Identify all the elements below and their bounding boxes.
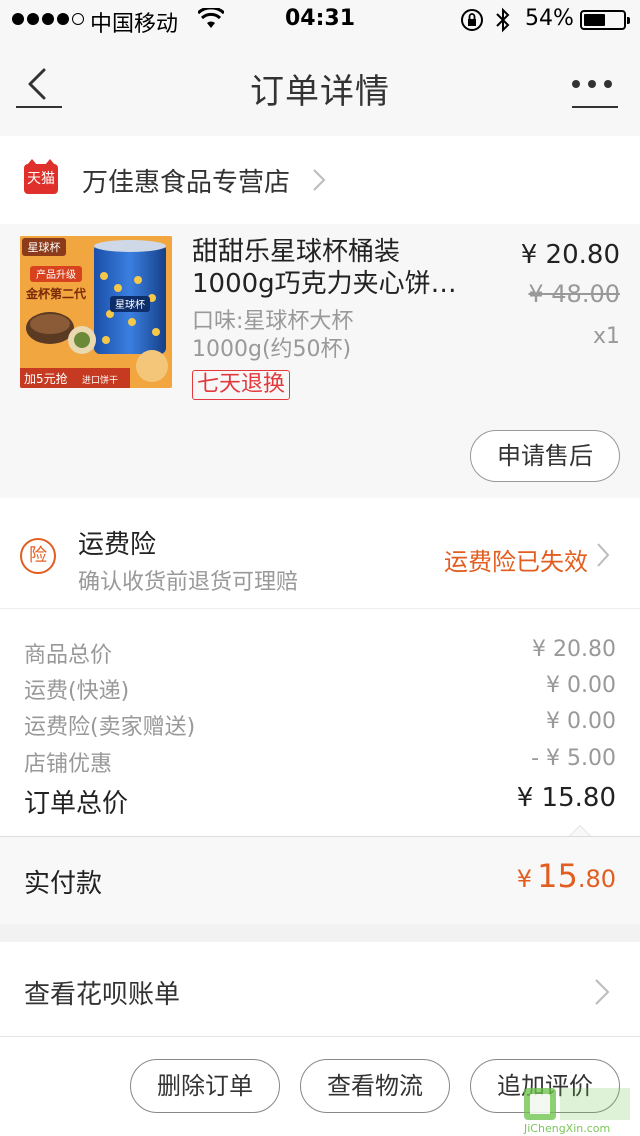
more-icon[interactable] (572, 80, 612, 88)
breakdown-row-insurance: 运费险(卖家赠送) ¥ 0.00 (24, 709, 616, 741)
breakdown-label: 店铺优惠 (24, 752, 113, 777)
product-image[interactable]: 星球杯 星球杯 产品升级 金杯第二代 加5元抢 进口饼干 (20, 236, 172, 388)
chevron-right-icon (595, 979, 610, 1005)
product-title-line-1: 甜甜乐星球杯桶装 (192, 237, 401, 267)
delete-order-button[interactable]: 删除订单 (130, 1059, 280, 1113)
insurance-status: 运费险已失效 (444, 548, 588, 576)
product-price: ¥ 20.80 (520, 240, 620, 270)
price-breakdown: 商品总价 ¥ 20.80 运费(快递) ¥ 0.00 运费险(卖家赠送) ¥ 0… (0, 608, 640, 837)
site-watermark: JiChengXin.com (520, 1086, 640, 1136)
huabei-bill-label: 查看花呗账单 (24, 980, 181, 1010)
breakdown-value: ¥ 20.80 (532, 637, 616, 662)
product-quantity: x1 (592, 324, 620, 349)
product-title-line-2: 1000g巧克力夹心饼… (192, 269, 457, 299)
product-title[interactable]: 甜甜乐星球杯桶装 1000g巧克力夹心饼… (192, 236, 492, 300)
actual-payment-row: 实付款 ¥ 15.80 (0, 836, 640, 924)
nav-bar: 订单详情 (0, 40, 640, 136)
huabei-bill-row[interactable]: 查看花呗账单 (0, 942, 640, 1036)
product-spec: 口味:星球杯大杯 1000g(约50杯) (192, 308, 452, 364)
order-total-value: ¥ 15.80 (516, 783, 616, 813)
after-sale-button[interactable]: 申请售后 (470, 430, 620, 482)
promo-label-2: 进口饼干 (82, 374, 118, 386)
product-card[interactable]: 星球杯 星球杯 产品升级 金杯第二代 加5元抢 进口饼干 甜甜乐星球杯桶装 10… (0, 224, 640, 498)
breakdown-row-discount: 店铺优惠 - ¥ 5.00 (24, 746, 616, 778)
actual-payment-label: 实付款 (24, 869, 103, 899)
gen-label: 金杯第二代 (25, 286, 86, 301)
breakdown-row-subtotal: 商品总价 ¥ 20.80 (24, 637, 616, 669)
upgrade-label: 产品升级 (36, 268, 76, 281)
tmall-logo: 天猫 (24, 159, 58, 194)
battery-icon (580, 10, 630, 30)
breakdown-value: ¥ 0.00 (546, 709, 616, 734)
original-price: ¥ 48.00 (528, 280, 620, 308)
actual-payment-amount: ¥ 15.80 (517, 857, 616, 895)
insurance-icon: 险 (20, 538, 56, 574)
more-button-underline (572, 106, 618, 108)
breakdown-value: - ¥ 5.00 (531, 746, 616, 771)
return-policy-tag: 七天退换 (192, 370, 291, 400)
order-total-label: 订单总价 (24, 789, 129, 819)
insurance-description: 确认收货前退货可理赔 (78, 570, 299, 595)
breakdown-row-shipping: 运费(快递) ¥ 0.00 (24, 673, 616, 705)
watermark-text: JiChengXin.com (523, 1122, 610, 1135)
status-bar: 中国移动 04:31 54% (0, 0, 640, 40)
bluetooth-icon (496, 7, 510, 33)
orientation-lock-icon (461, 9, 483, 31)
breakdown-label: 运费(快递) (24, 679, 130, 704)
view-logistics-button[interactable]: 查看物流 (300, 1059, 450, 1113)
currency-symbol: ¥ (516, 865, 533, 893)
amount-decimal: .80 (577, 865, 616, 893)
product-spec-line-1: 口味:星球杯大杯 (192, 309, 354, 334)
breakdown-value: ¥ 0.00 (546, 673, 616, 698)
store-header[interactable]: 天猫 万佳惠食品专营店 (0, 136, 640, 224)
chevron-right-icon (597, 543, 610, 567)
shipping-insurance-row[interactable]: 险 运费险 确认收货前退货可理赔 运费险已失效 (0, 498, 640, 608)
brand-label: 星球杯 (28, 240, 61, 254)
promo-label: 加5元抢 (24, 371, 68, 386)
insurance-title: 运费险 (78, 530, 157, 560)
product-spec-line-2: 1000g(约50杯) (192, 337, 352, 362)
battery-percent: 54% (525, 6, 574, 31)
page-title: 订单详情 (250, 72, 390, 112)
breakdown-row-total: 订单总价 ¥ 15.80 (24, 783, 616, 820)
breakdown-label: 商品总价 (24, 643, 113, 668)
can-label: 星球杯 (115, 298, 145, 311)
amount-integer: 15 (537, 857, 578, 895)
breakdown-label: 运费险(卖家赠送) (24, 715, 196, 740)
store-name[interactable]: 万佳惠食品专营店 (82, 162, 290, 199)
chevron-right-icon (313, 169, 326, 191)
